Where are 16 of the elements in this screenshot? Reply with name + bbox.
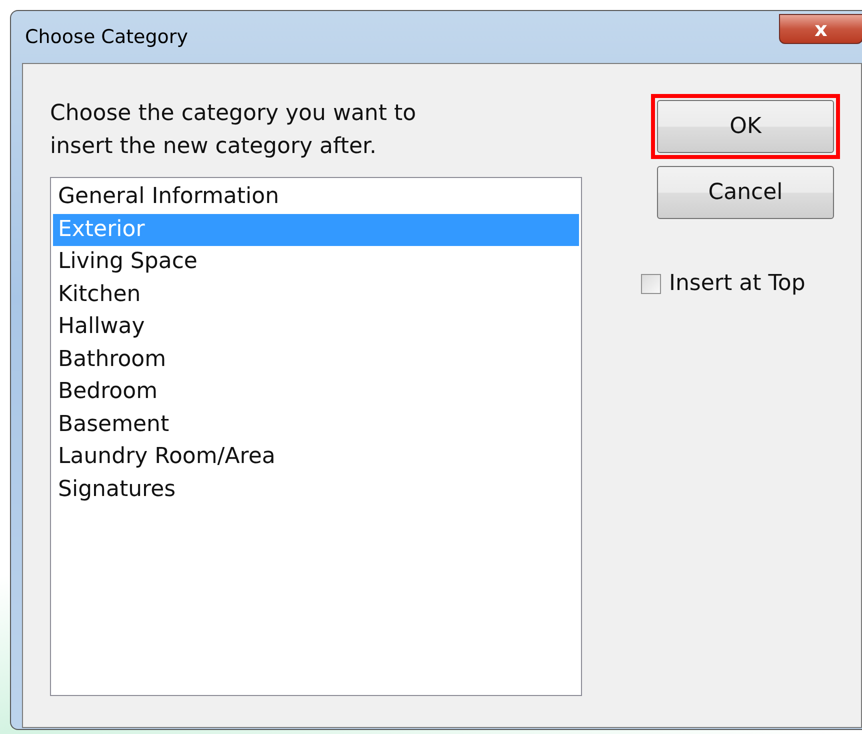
checkbox[interactable] xyxy=(641,274,661,294)
category-item[interactable]: Bedroom xyxy=(53,376,579,408)
category-item[interactable]: Hallway xyxy=(53,311,579,344)
instruction-text: Choose the category you want to insert the new category after. xyxy=(50,100,418,161)
window-title: Choose Category xyxy=(24,24,188,50)
category-item[interactable]: Laundry Room/Area xyxy=(53,441,579,474)
category-item[interactable]: Bathroom xyxy=(53,344,579,376)
cancel-button[interactable]: Cancel xyxy=(657,166,834,219)
category-item[interactable]: Basement xyxy=(53,408,579,441)
category-item[interactable]: Signatures xyxy=(53,474,579,506)
close-button[interactable]: x xyxy=(779,14,862,44)
category-item[interactable]: General Information xyxy=(53,181,579,214)
checkbox-label[interactable]: Insert at Top xyxy=(669,267,806,300)
category-item[interactable]: Kitchen xyxy=(53,278,579,311)
ok-button[interactable]: OK xyxy=(657,100,834,153)
category-item[interactable]: Living Space xyxy=(53,246,579,278)
